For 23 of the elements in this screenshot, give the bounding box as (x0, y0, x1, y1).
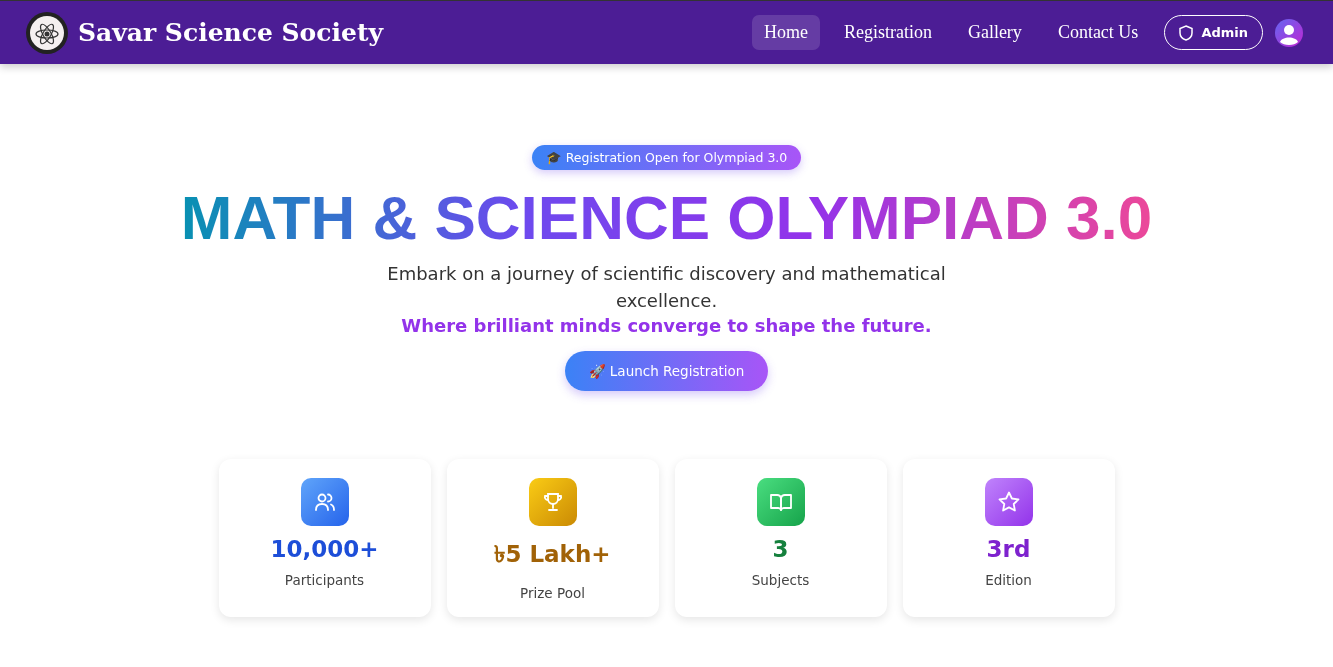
hero-description: Embark on a journey of scientific discovery and mathematical excellence. (386, 262, 947, 313)
nav-link[interactable]: Gallery (955, 15, 1034, 50)
stat-value: ৳5 Lakh+ (494, 540, 611, 569)
stat-label: Subjects (751, 572, 810, 588)
people-icon (300, 478, 349, 526)
trophy-icon (528, 478, 577, 526)
stat-value: 3 (772, 536, 789, 562)
nav-link[interactable]: Contact Us (1045, 15, 1151, 50)
site-title[interactable]: Savar Science Society (78, 18, 383, 47)
nav-link[interactable]: Home (751, 15, 820, 50)
stat-label: Prize Pool (520, 585, 585, 601)
launch-registration-button[interactable]: 🚀 Launch Registration (564, 351, 769, 391)
nav-link[interactable]: Registration (831, 15, 944, 50)
shield-icon (1179, 24, 1194, 41)
stat-label: Edition (985, 572, 1032, 588)
hero-tagline: Where brilliant minds converge to shape the future. (401, 315, 932, 336)
registration-badge: 🎓 Registration Open for Olympiad 3.0 (531, 145, 802, 170)
stat-value: 3rd (986, 536, 1031, 562)
stat-value: 10,000+ (270, 536, 379, 562)
stat-label: Participants (284, 572, 365, 588)
logo-icon (25, 10, 69, 55)
user-avatar-icon[interactable] (1275, 18, 1303, 47)
book-icon (756, 478, 805, 526)
